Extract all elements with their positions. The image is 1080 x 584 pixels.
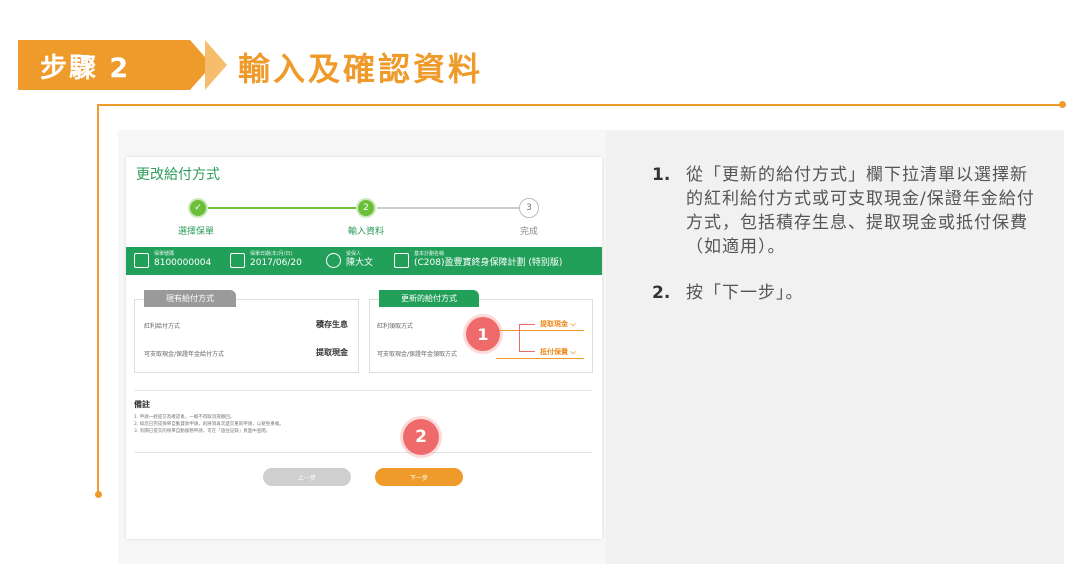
- form-title: 更改給付方式: [136, 167, 220, 183]
- divider-horizontal: [97, 104, 1061, 106]
- step-badge-label: 步驟 2: [40, 52, 131, 84]
- dividend-method-label: 紅利給付方式: [144, 323, 181, 330]
- form-screenshot: 更改給付方式 ✓ 2 3 選擇保單 輸入資料 完成 保單號碼 810000000…: [126, 157, 602, 539]
- policy-number-value: 8100000004: [154, 258, 212, 268]
- plan-name-value: (C208)盈豐寶終身保障計劃 (特別版): [414, 258, 563, 268]
- policy-info-bar: 保單號碼 8100000004 保單日期(年/月/日) 2017/06/20 受…: [126, 247, 602, 275]
- page-title: 輸入及確認資料: [238, 50, 484, 88]
- calendar-icon: [230, 252, 245, 268]
- instruction-text: 按「下一步」。: [686, 283, 804, 303]
- divider: [134, 390, 592, 391]
- tab-new-payment: 更新的給付方式: [379, 290, 479, 307]
- instruction-number: 1.: [652, 165, 671, 185]
- cash-method-label: 可支取現金/保證年金給付方式: [144, 351, 225, 358]
- instruction-item: 2. 按「下一步」。: [652, 281, 1042, 305]
- divider: [134, 452, 592, 453]
- callout-1: 1: [466, 317, 500, 351]
- remark-item: 3. 有關已提交的保單自動服務申請，可在「過往記錄」頁面中查閱。: [134, 429, 271, 434]
- select-underline: [496, 330, 584, 331]
- instruction-item: 1. 從「更新的給付方式」欄下拉清單以選擇新的紅利給付方式或可支取現金/保證年金…: [652, 163, 1042, 259]
- line-end-dot: [95, 491, 102, 498]
- instruction-text: 從「更新的給付方式」欄下拉清單以選擇新的紅利給付方式或可支取現金/保證年金給付方…: [686, 165, 1035, 257]
- current-payment-box: [134, 299, 359, 373]
- instruction-number: 2.: [652, 283, 671, 303]
- policy-number: 保單號碼 8100000004: [134, 251, 211, 269]
- callout-2: 2: [403, 419, 439, 455]
- chevron-arrow-light: [205, 40, 227, 90]
- instruction-list: 1. 從「更新的給付方式」欄下拉清單以選擇新的紅利給付方式或可支取現金/保證年金…: [652, 163, 1042, 327]
- remark-item: 2. 如您已完成保單自動貸款申請，則將須再次遞交重新申請，以避免重複。: [134, 422, 284, 427]
- insured-person: 受保人 陳大文: [326, 251, 373, 269]
- cash-method-value: 提取現金: [316, 348, 348, 357]
- callout-bracket: [519, 324, 535, 352]
- remark-item: 1. 申請一經提交及確認後，一概不得取消或撤回。: [134, 415, 235, 420]
- select-underline: [496, 358, 584, 359]
- policy-date-value: 2017/06/20: [250, 258, 302, 268]
- new-cash-select[interactable]: 抵付保費 ⌵: [540, 347, 576, 357]
- step-1-check-icon: ✓: [188, 198, 208, 218]
- plan-name-label: 基本計劃名稱: [414, 251, 445, 257]
- remarks-list: 1. 申請一經提交及確認後，一概不得取消或撤回。 2. 如您已完成保單自動貸款申…: [134, 414, 284, 435]
- step-3-circle: 3: [519, 198, 539, 218]
- step-2-label: 輸入資料: [348, 227, 385, 237]
- divider-vertical: [97, 104, 99, 494]
- dividend-method-value: 積存生息: [316, 320, 348, 329]
- step-3-label: 完成: [520, 227, 539, 237]
- progress-line-pending: [377, 207, 527, 209]
- person-icon: [326, 252, 341, 268]
- new-cash-label: 可支取現金/保證年金領取方式: [377, 351, 458, 358]
- line-end-dot: [1059, 101, 1066, 108]
- step-badge: 步驟 2: [18, 40, 190, 90]
- new-dividend-select[interactable]: 提取現金 ⌵: [540, 319, 576, 329]
- remarks-title: 備註: [134, 400, 150, 409]
- policy-date-label: 保單日期(年/月/日): [250, 251, 293, 257]
- plan-name: 基本計劃名稱 (C208)盈豐寶終身保障計劃 (特別版): [394, 251, 562, 269]
- step-1-label: 選擇保單: [178, 227, 215, 237]
- next-button[interactable]: 下一步: [375, 468, 463, 486]
- policy-icon: [134, 252, 149, 268]
- page: 步驟 2 輸入及確認資料 1. 從「更新的給付方式」欄下拉清單以選擇新的紅利給付…: [0, 0, 1080, 584]
- policy-date: 保單日期(年/月/日) 2017/06/20: [230, 251, 302, 269]
- previous-button[interactable]: 上一步: [263, 468, 351, 486]
- tab-current-payment: 現有給付方式: [144, 290, 236, 307]
- policy-number-label: 保單號碼: [154, 251, 175, 257]
- step-2-circle: 2: [356, 198, 376, 218]
- new-dividend-label: 紅利領取方式: [377, 323, 414, 330]
- insured-value: 陳大文: [346, 258, 374, 268]
- document-icon: [394, 252, 409, 268]
- insured-label: 受保人: [346, 251, 362, 257]
- progress-line-complete: [200, 207, 367, 209]
